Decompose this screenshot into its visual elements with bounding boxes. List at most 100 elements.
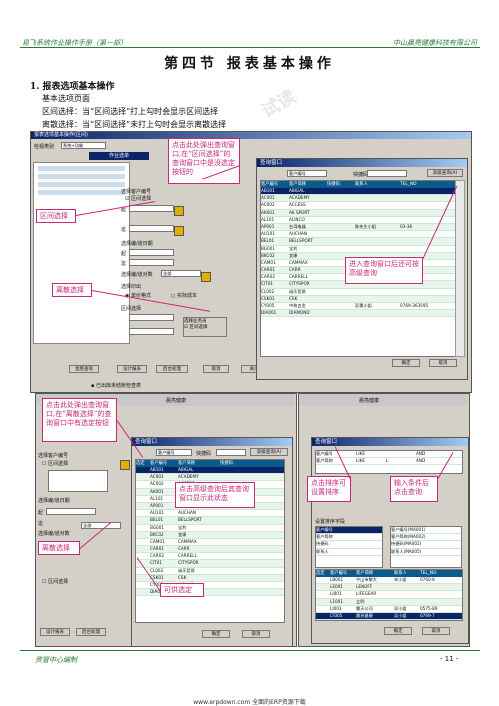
tab-menu[interactable]: 作业选单 (89, 152, 149, 160)
dept-to-field[interactable] (129, 328, 174, 335)
ok-button[interactable]: 确定 (392, 359, 420, 367)
list-item[interactable]: 联系人(MA005) (391, 549, 461, 556)
currency-select[interactable]: 全部 (81, 522, 121, 529)
cancel-button[interactable]: 取消 (422, 627, 450, 635)
design-report-button[interactable]: 设计报表 (117, 365, 147, 373)
table-row[interactable]: L1001 立明 (316, 598, 462, 606)
table-cell: 邓小姐 (394, 605, 407, 611)
table-row[interactable]: CIT01 CITYSPOR (136, 560, 284, 568)
table-row[interactable]: AK001 AK SPORT (261, 209, 457, 217)
table-cell: CAR02 (261, 274, 276, 280)
table-row[interactable]: CAM01 CAMMAX (136, 538, 284, 547)
table-row[interactable]: BG001 宝利 (136, 525, 284, 532)
ok-button[interactable]: 确定 (384, 627, 412, 635)
list-item[interactable]: 联系人 (316, 549, 382, 556)
table-row[interactable]: CAR02 CARRELL (136, 553, 284, 561)
table-row[interactable]: LT005 晨亮健康 吴小姐 0769-7 (316, 612, 462, 620)
page-number: - 11 - (440, 655, 459, 663)
ok-button[interactable]: 确定 (202, 630, 230, 638)
lookup-icon[interactable] (174, 206, 184, 216)
date-from-field[interactable] (129, 249, 174, 256)
salesperson-group: 选择业务员 ☑ 区间选择 (183, 317, 227, 337)
discrete-list[interactable] (48, 470, 108, 492)
table-row[interactable]: AU101 AUCHAN (261, 231, 457, 239)
table-cell: 宝利 (289, 245, 298, 251)
view-type-select[interactable]: 系统+功能 (61, 142, 106, 149)
table-row[interactable]: BEL01 BELLSPORT (136, 517, 284, 525)
table-row[interactable]: BKC02 宜康 (136, 531, 284, 539)
advanced-query-button[interactable]: 高级查询(A) (250, 448, 288, 456)
advanced-query-button[interactable]: 高级查询(A) (427, 169, 463, 177)
calendar-icon[interactable] (201, 272, 211, 282)
table-row[interactable]: CL002 诚乐贸易 (136, 568, 284, 575)
search-field-select[interactable]: 客户编号 (156, 449, 192, 456)
table-row[interactable]: AC002 ACCESS (261, 202, 457, 210)
to-field[interactable] (129, 225, 174, 232)
table-row[interactable]: AB101 ABIGAL (261, 188, 457, 196)
table-row[interactable]: CL002 诚乐贸易 (261, 289, 457, 296)
interval-checkbox[interactable]: ☐ 区间选择 (42, 460, 68, 467)
direct-query-button[interactable]: 直接查询 (69, 365, 99, 373)
dept-from-field[interactable] (129, 314, 174, 321)
table-row[interactable]: CAR01 CARR (136, 546, 284, 554)
table-row[interactable]: CY005 中和五金 彭惠小姐 0769-363595 (261, 303, 457, 311)
table-row[interactable]: LI001 LIFEGEAR (316, 591, 462, 599)
interval-label: 区间选择 (131, 196, 152, 202)
table-row[interactable]: AU101 AUCHAN (136, 510, 284, 518)
table-cell: AUCHAN (178, 510, 196, 516)
table-row[interactable]: LI001 霖天公司 邓小姐 0575-89 (316, 606, 462, 613)
table-cell: LB001 (330, 577, 344, 582)
sort-selected-list[interactable]: 客户编号(MA001) 客户简称(MA002) 快捷码(MA002) 联系人(MA00… (390, 526, 462, 568)
design-report-button[interactable]: 设计报表 (40, 628, 70, 636)
interval-checkbox[interactable]: ☑ 区间选择 (125, 195, 151, 202)
list-item[interactable]: 快捷码 (316, 541, 382, 549)
table-row[interactable]: AC001 ACADEMY (261, 195, 457, 203)
query-window: 查询窗口 客户编号 LIKE AND 客户简称 LIKE L AND 设置排序字段 客户编… (311, 437, 469, 644)
date-from-field[interactable] (46, 508, 96, 515)
lookup-icon[interactable] (174, 226, 184, 236)
table-row[interactable]: AP001 台湾电器 陈先生小姐 03-36 (261, 223, 457, 232)
table-cell: 宋小姐 (394, 577, 407, 582)
from-label: 起 (121, 251, 127, 257)
table-cell: AC002 (150, 481, 164, 487)
list-item[interactable]: 快捷码(MA002) (391, 541, 461, 549)
table-cell: CAM01 (150, 538, 165, 544)
background-process-button[interactable]: 后台处理 (156, 365, 188, 373)
callout-query-discrete: 点击此处弹出查询窗口,在“离散选择”的查询窗口中有选定按钮 (42, 398, 117, 442)
sort-list[interactable]: 客户编号 客户简称 快捷码 联系人 (315, 526, 383, 568)
currency-select[interactable]: 全部 (161, 270, 201, 277)
cancel-button[interactable]: 取消 (429, 359, 457, 367)
from-field[interactable] (129, 205, 174, 212)
table-row[interactable]: CSK01 CSK (261, 295, 457, 303)
search-field-select[interactable]: 客户编号 (287, 170, 327, 177)
background-process-button[interactable]: 后台处理 (76, 628, 106, 636)
table-cell: CY005 (261, 303, 275, 308)
table-row[interactable]: AB101 ABIGAL (136, 467, 284, 475)
keyword-label: 快捷码 (196, 451, 212, 457)
table-cell: AC002 (261, 202, 275, 208)
table-cell: BEL01 (261, 238, 275, 244)
range-checkbox[interactable]: ☐ 区间选择 (42, 578, 68, 585)
table-row[interactable]: LB001 中山市聚大 宋小姐 0760-8 (316, 577, 462, 585)
date-to-field[interactable] (129, 259, 174, 266)
table-row[interactable]: CSK01 CSK (136, 574, 284, 582)
table-row[interactable]: DIA001 DIAMOND (261, 310, 457, 318)
table-row[interactable]: DIA01DIAMOND (136, 589, 284, 597)
keyword-field[interactable] (216, 449, 246, 456)
cancel-button[interactable]: 取消 (203, 365, 229, 373)
table-row[interactable]: AC001 ACADEMY (136, 474, 284, 482)
table-cell: LI001 (330, 591, 342, 597)
menu-tree[interactable] (33, 162, 130, 344)
query-title-bar: 查询窗口 (257, 159, 467, 167)
keyword-field[interactable] (367, 170, 407, 177)
actual-cost-radio[interactable]: ○ 实际成本 (171, 292, 197, 299)
table-cell: BKC02 (150, 531, 164, 537)
scrollbar[interactable] (455, 180, 465, 357)
table-cell: CAR02 (150, 553, 165, 559)
table-row[interactable]: LE001 LENOFF (316, 584, 462, 592)
result-grid[interactable]: 选定 客户编号 客户简称 联系人 TEL_NO LB001 中山市聚大 宋小姐 0760-8 L… (315, 569, 463, 621)
cancel-button[interactable]: 取消 (242, 630, 270, 638)
lookup-icon[interactable] (120, 460, 130, 470)
table-row[interactable]: AL101 ALINCO (261, 217, 457, 224)
table-cell: 宝利 (178, 524, 187, 530)
